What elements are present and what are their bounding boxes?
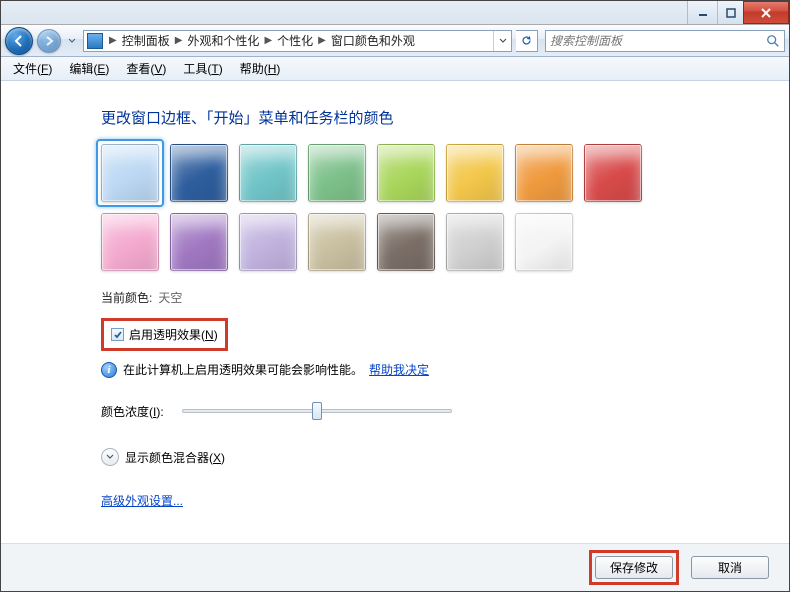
save-button[interactable]: 保存修改 [595,556,673,579]
chevron-right-icon: ▶ [106,35,120,46]
breadcrumb-dropdown[interactable] [493,31,511,51]
menu-item-v[interactable]: 查看(V) [118,57,174,80]
menu-item-f[interactable]: 文件(F) [5,57,60,80]
breadcrumb-item[interactable]: 窗口颜色和外观 [329,32,417,49]
menubar: 文件(F)编辑(E)查看(V)工具(T)帮助(H) [1,57,789,81]
intensity-row: 颜色浓度(I): [101,400,789,422]
footer: 保存修改 取消 [1,543,789,591]
search-box[interactable] [545,30,785,52]
intensity-slider[interactable] [182,400,452,422]
breadcrumb-item[interactable]: 个性化 [275,32,315,49]
color-swatch[interactable] [515,213,573,271]
back-button[interactable] [5,27,33,55]
color-swatch[interactable] [515,144,573,202]
transparency-checkbox[interactable] [111,328,124,341]
mixer-row: 显示颜色混合器(X) [101,448,789,466]
chevron-right-icon: ▶ [315,35,329,46]
color-swatch[interactable] [446,213,504,271]
color-swatch[interactable] [170,144,228,202]
breadcrumb[interactable]: ▶ 控制面板 ▶ 外观和个性化 ▶ 个性化 ▶ 窗口颜色和外观 [83,30,512,52]
color-swatch[interactable] [101,144,159,202]
slider-thumb[interactable] [312,402,322,420]
save-highlight: 保存修改 [589,550,679,585]
breadcrumb-item[interactable]: 外观和个性化 [185,32,261,49]
color-swatch[interactable] [101,213,159,271]
color-swatch[interactable] [377,213,435,271]
forward-button[interactable] [37,29,61,53]
color-swatch[interactable] [377,144,435,202]
window: ▶ 控制面板 ▶ 外观和个性化 ▶ 个性化 ▶ 窗口颜色和外观 文件(F)编辑(… [0,0,790,592]
menu-item-t[interactable]: 工具(T) [175,57,230,80]
transparency-label: 启用透明效果(N) [129,326,218,343]
cancel-button[interactable]: 取消 [691,556,769,579]
current-color-label: 当前颜色: [101,289,152,306]
info-icon: i [101,362,117,378]
color-swatch[interactable] [446,144,504,202]
nav-history-dropdown[interactable] [65,38,79,44]
navbar: ▶ 控制面板 ▶ 外观和个性化 ▶ 个性化 ▶ 窗口颜色和外观 [1,25,789,57]
content-area: 更改窗口边框、「开始」菜单和任务栏的颜色 当前颜色: 天空 启用透明效果(N) … [1,83,789,543]
color-swatch[interactable] [308,144,366,202]
search-icon [766,34,780,48]
current-color-value: 天空 [158,289,182,306]
search-input[interactable] [550,34,766,48]
chevron-down-icon [106,453,114,461]
advanced-settings-link-row: 高级外观设置... [101,492,789,509]
chevron-right-icon: ▶ [261,35,275,46]
transparency-highlight: 启用透明效果(N) [101,318,228,351]
color-swatch[interactable] [239,144,297,202]
color-swatch[interactable] [239,213,297,271]
intensity-label: 颜色浓度(I): [101,403,164,420]
performance-info-row: i 在此计算机上启用透明效果可能会影响性能。 帮助我决定 [101,361,789,378]
expander-button[interactable] [101,448,119,466]
color-swatches [101,144,681,271]
color-swatch[interactable] [308,213,366,271]
menu-item-h[interactable]: 帮助(H) [232,57,289,80]
page-heading: 更改窗口边框、「开始」菜单和任务栏的颜色 [101,107,789,128]
current-color-row: 当前颜色: 天空 [101,289,789,306]
close-button[interactable] [743,1,789,24]
advanced-settings-link[interactable]: 高级外观设置... [101,494,183,508]
minimize-button[interactable] [687,1,717,24]
mixer-label[interactable]: 显示颜色混合器(X) [125,449,225,466]
performance-note: 在此计算机上启用透明效果可能会影响性能。 [123,361,363,378]
titlebar [1,1,789,25]
maximize-button[interactable] [717,1,743,24]
help-decide-link[interactable]: 帮助我决定 [369,361,429,378]
chevron-right-icon: ▶ [172,35,186,46]
color-swatch[interactable] [584,144,642,202]
menu-item-e[interactable]: 编辑(E) [61,57,117,80]
control-panel-icon [87,33,103,49]
color-swatch[interactable] [170,213,228,271]
refresh-button[interactable] [516,30,538,52]
breadcrumb-item[interactable]: 控制面板 [120,32,172,49]
